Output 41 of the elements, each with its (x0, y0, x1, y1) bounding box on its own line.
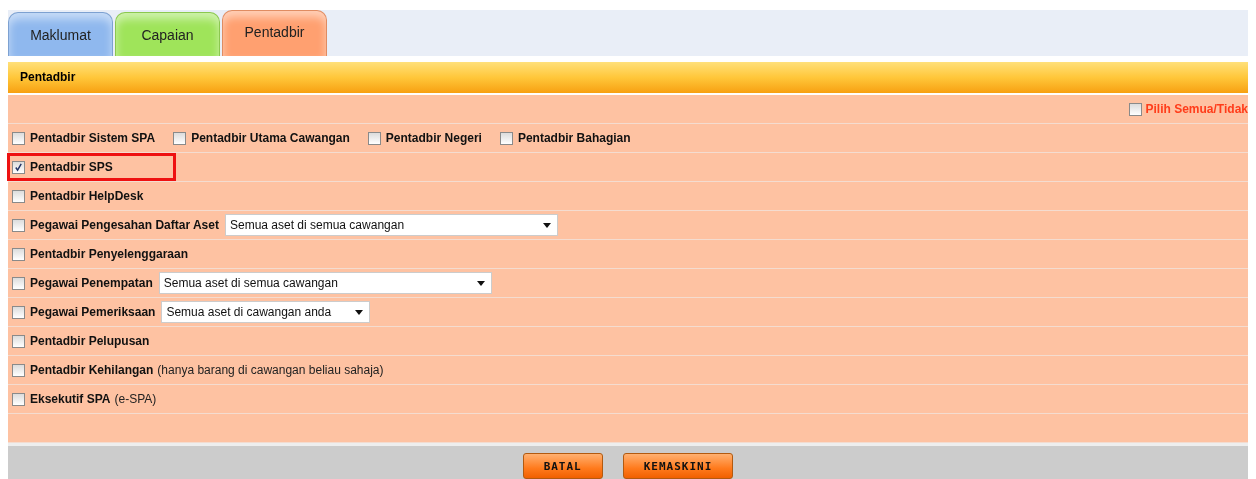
checkbox-label: Pentadbir Sistem SPA (30, 131, 156, 145)
caret-icon (542, 222, 551, 228)
dropdown[interactable]: Semua aset di semua cawangan (224, 214, 558, 236)
checkbox[interactable] (12, 276, 25, 290)
checkbox-label: Pentadbir Penyelenggaraan (30, 247, 189, 261)
note-text: (e-SPA) (114, 392, 157, 406)
note-text: (hanya barang di cawangan beliau sahaja) (157, 363, 384, 377)
checkbox-label: Pegawai Pengesahan Daftar Aset (30, 218, 219, 232)
checkbox[interactable] (173, 131, 187, 145)
checkbox[interactable] (367, 131, 381, 145)
checkbox[interactable] (12, 131, 25, 145)
checkbox-label: Pentadbir Pelupusan (30, 334, 150, 348)
checkbox-label: Pentadbir Kehilangan (30, 363, 154, 377)
checkbox[interactable] (12, 160, 25, 174)
button[interactable]: KEMASKINI (622, 453, 734, 479)
checkbox[interactable] (12, 392, 25, 406)
checkbox-label: Pentadbir Negeri (385, 131, 482, 145)
checkbox[interactable] (12, 334, 25, 348)
checkbox-label: Pentadbir HelpDesk (30, 189, 144, 203)
tab[interactable]: Capaian (115, 12, 220, 56)
tab[interactable]: Maklumat (8, 12, 113, 56)
checkbox-label: Pentadbir Bahagian (517, 131, 631, 145)
checkbox-label: Pegawai Penempatan (30, 276, 153, 290)
checkbox[interactable] (12, 189, 25, 203)
checkbox[interactable] (499, 131, 513, 145)
caret-icon (476, 280, 485, 286)
tab[interactable]: Pentadbir (222, 10, 327, 56)
checkbox[interactable] (12, 218, 25, 232)
checkbox-label: Eksekutif SPA (30, 392, 111, 406)
panel-header: Pentadbir (8, 62, 1248, 95)
checkbox[interactable] (12, 363, 25, 377)
button[interactable]: BATAL (522, 453, 603, 479)
caret-icon (355, 309, 364, 315)
checkbox[interactable] (12, 305, 25, 319)
checkbox[interactable] (1128, 102, 1142, 116)
dropdown[interactable]: Semua aset di semua cawangan (158, 272, 492, 294)
dropdown[interactable]: Semua aset di cawangan anda (161, 301, 371, 323)
checkbox[interactable] (12, 247, 25, 261)
checkbox-label: Pentadbir Utama Cawangan (191, 131, 350, 145)
checkbox-label: Pegawai Pemeriksaan (30, 305, 156, 319)
checkbox-label: Pentadbir SPS (30, 160, 113, 174)
